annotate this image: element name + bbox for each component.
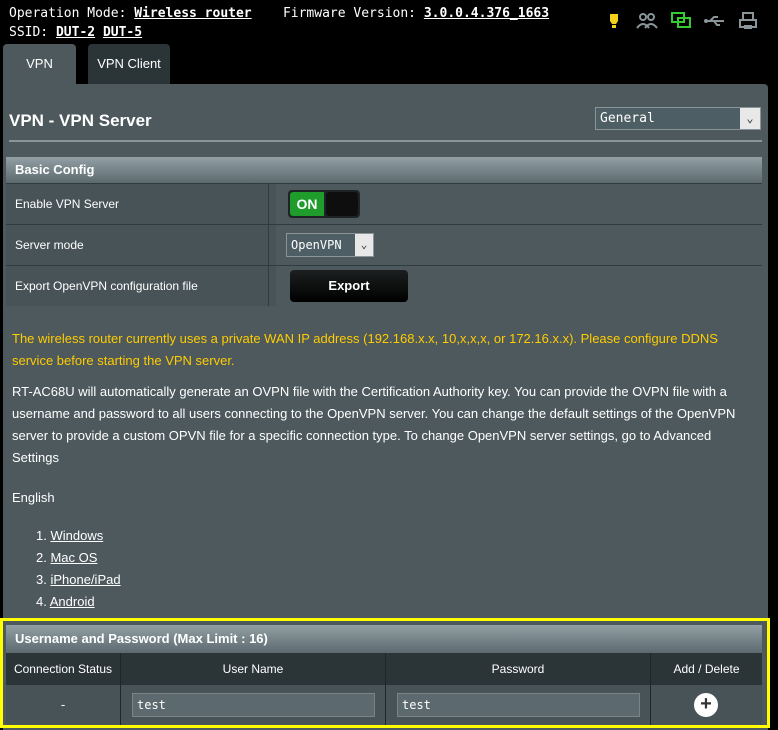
mac-os-link[interactable]: Mac OS [50,550,97,565]
basic-config-header: Basic Config [6,157,762,183]
network-icon[interactable] [670,11,692,31]
ssid-line: SSID: DUT-2 DUT-5 [9,25,142,40]
iphone-ipad-link[interactable]: iPhone/iPad [50,572,120,587]
enable-vpn-value: ON [276,184,762,224]
status-icons [604,11,758,31]
chevron-down-icon: ⌄ [355,234,373,256]
divider [268,225,269,265]
export-config-value: Export [276,266,762,306]
op-mode-link[interactable]: Wireless router [134,6,251,21]
chevron-down-icon: ⌄ [740,108,760,129]
usb-icon[interactable] [704,11,726,31]
export-config-row: Export OpenVPN configuration file Export [6,265,762,306]
users-icon[interactable] [636,11,658,31]
server-mode-select[interactable]: OpenVPN ⌄ [286,233,374,257]
list-item: 2. Mac OS [12,547,121,569]
tab-vpn-client[interactable]: VPN Client [88,44,170,84]
firmware-link[interactable]: 3.0.0.4.376_1663 [424,6,549,21]
tab-vpn-server[interactable]: VPN Server [3,44,76,111]
toggle-on-label: ON [290,192,324,216]
toggle-knob [326,192,358,216]
ssid-link-2[interactable]: DUT-5 [103,25,142,40]
divider [9,140,762,142]
ssid-label: SSID: [9,25,49,40]
operation-mode-line: Operation Mode: Wireless router Firmware… [9,6,549,21]
ddns-warning: The wireless router currently uses a pri… [12,331,718,368]
divider [268,266,269,306]
view-select[interactable]: General ⌄ [595,107,761,130]
page-title: VPN - VPN Server [9,111,152,130]
op-mode-label: Operation Mode: [9,6,127,21]
ovpn-description: RT-AC68U will automatically generate an … [12,384,736,465]
list-number: 1. [36,528,47,543]
enable-vpn-label: Enable VPN Server [15,197,120,211]
lightbulb-icon[interactable] [604,11,624,31]
enable-vpn-toggle[interactable]: ON [288,190,360,218]
server-mode-value: OpenVPN ⌄ [276,225,762,265]
list-number: 3. [36,572,47,587]
server-mode-label: Server mode [15,238,84,252]
server-mode-row: Server mode OpenVPN ⌄ [6,224,762,265]
list-number: 2. [36,550,47,565]
list-item: 4. Android [12,591,121,613]
highlight-frame [0,618,770,728]
export-config-label: Export OpenVPN configuration file [15,279,198,293]
export-button[interactable]: Export [290,270,408,302]
server-mode-selected: OpenVPN [291,238,342,252]
windows-link[interactable]: Windows [50,528,103,543]
divider [268,184,269,224]
list-item: 1. Windows [12,525,121,547]
top-status-bar: Operation Mode: Wireless router Firmware… [0,0,778,44]
android-link[interactable]: Android [50,594,95,609]
list-item: 3. iPhone/iPad [12,569,121,591]
ssid-link-1[interactable]: DUT-2 [56,25,95,40]
printer-icon[interactable] [738,11,758,31]
firmware-label: Firmware Version: [282,6,417,21]
enable-vpn-row: Enable VPN Server ON [6,183,762,224]
language-label: English [12,490,55,505]
view-select-value: General [600,111,655,126]
basic-config-section: Basic Config Enable VPN Server ON Server… [6,157,762,306]
os-guide-list: 1. Windows 2. Mac OS 3. iPhone/iPad 4. A… [12,525,121,613]
list-number: 4. [36,594,47,609]
